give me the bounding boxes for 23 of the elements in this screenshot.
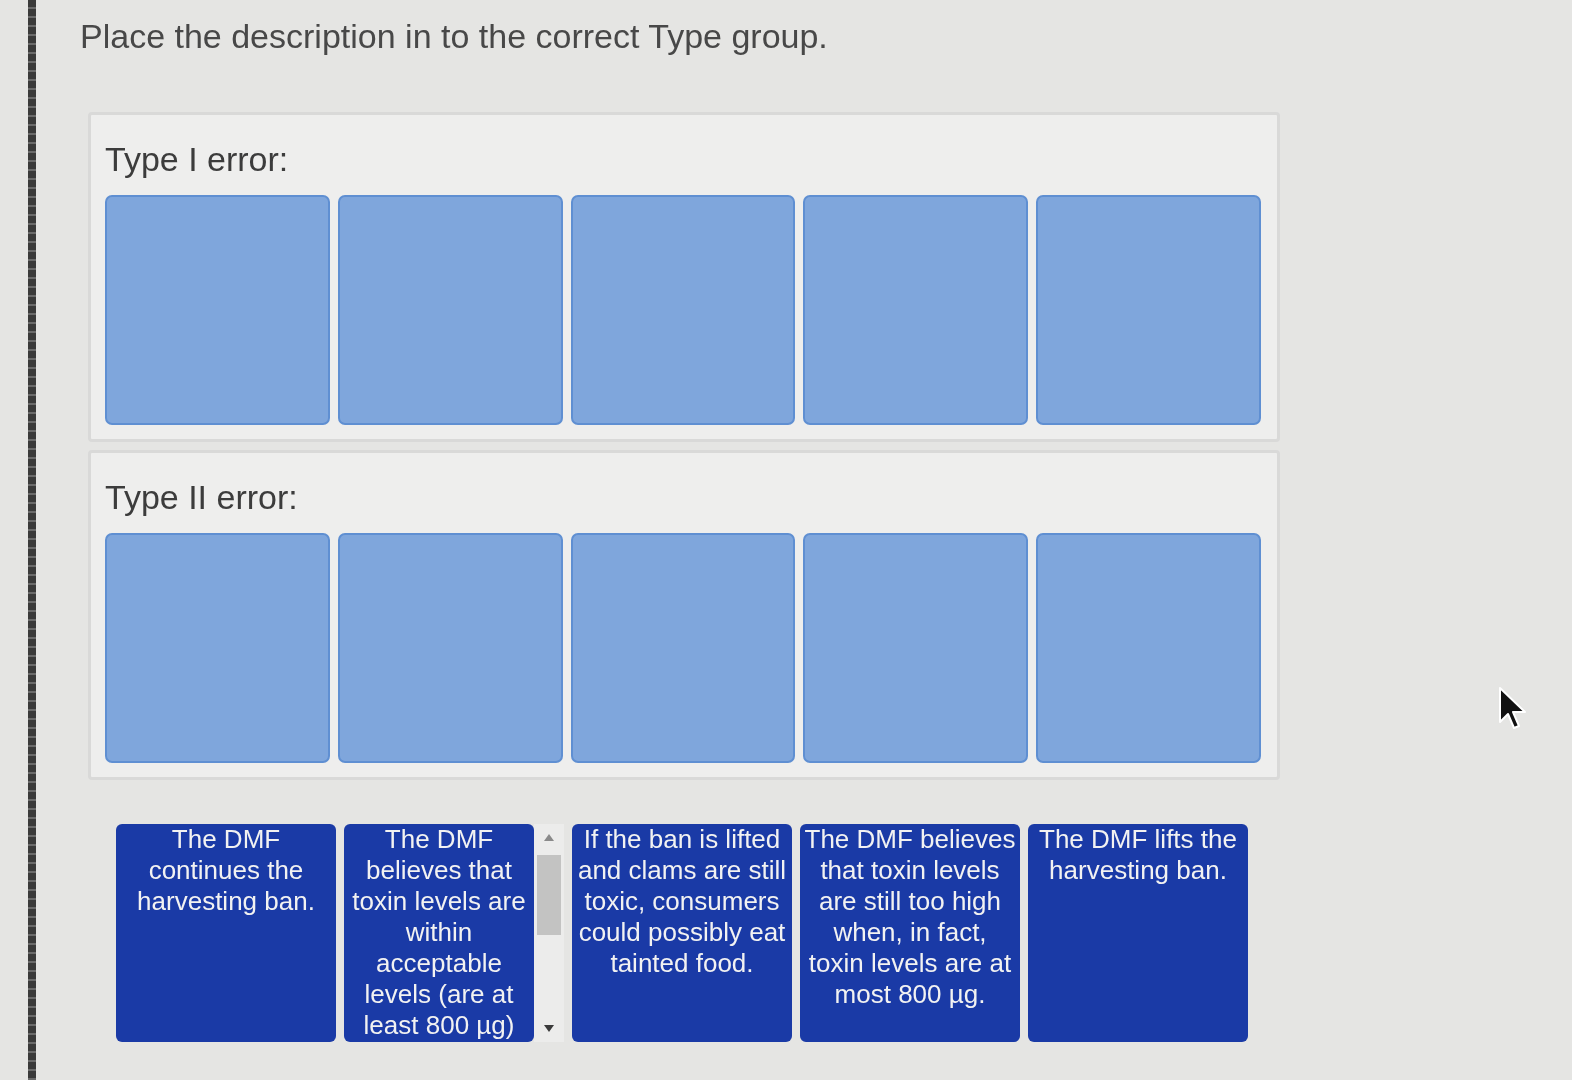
group-label: Type I error: xyxy=(105,139,289,179)
drop-zone[interactable] xyxy=(570,195,796,425)
drop-zone[interactable] xyxy=(803,195,1029,425)
caret-down-icon[interactable] xyxy=(544,1025,554,1032)
caret-up-icon[interactable] xyxy=(544,834,554,841)
answer-card[interactable]: The DMF continues the harvesting ban. xyxy=(116,824,336,1042)
scrollbar-thumb[interactable] xyxy=(537,855,561,935)
drop-zone[interactable] xyxy=(105,533,330,763)
drop-zone[interactable] xyxy=(337,195,563,425)
drop-zone[interactable] xyxy=(337,533,563,763)
scrollbar[interactable] xyxy=(534,824,564,1042)
group-label: Type II error: xyxy=(105,477,298,517)
answer-card[interactable]: The DMF believes that toxin levels are still too high when, in fact, toxin levels are at most 800 µg. xyxy=(800,824,1020,1042)
answer-card[interactable]: The DMF believes that toxin levels are within acceptable levels (are at least 800 µg) xyxy=(344,824,534,1042)
cursor-icon xyxy=(1498,686,1528,730)
drop-zone[interactable] xyxy=(105,195,330,425)
instruction-text: Place the description in to the correct Type group. xyxy=(80,16,828,56)
answer-card[interactable]: If the ban is lifted and clams are still toxic, consumers could possibly eat tainted food. xyxy=(572,824,792,1042)
answer-card[interactable]: The DMF lifts the harvesting ban. xyxy=(1028,824,1248,1042)
drop-zone[interactable] xyxy=(570,533,796,763)
drop-zone[interactable] xyxy=(803,533,1029,763)
drop-zone[interactable] xyxy=(1036,195,1261,425)
drop-zone[interactable] xyxy=(1036,533,1261,763)
